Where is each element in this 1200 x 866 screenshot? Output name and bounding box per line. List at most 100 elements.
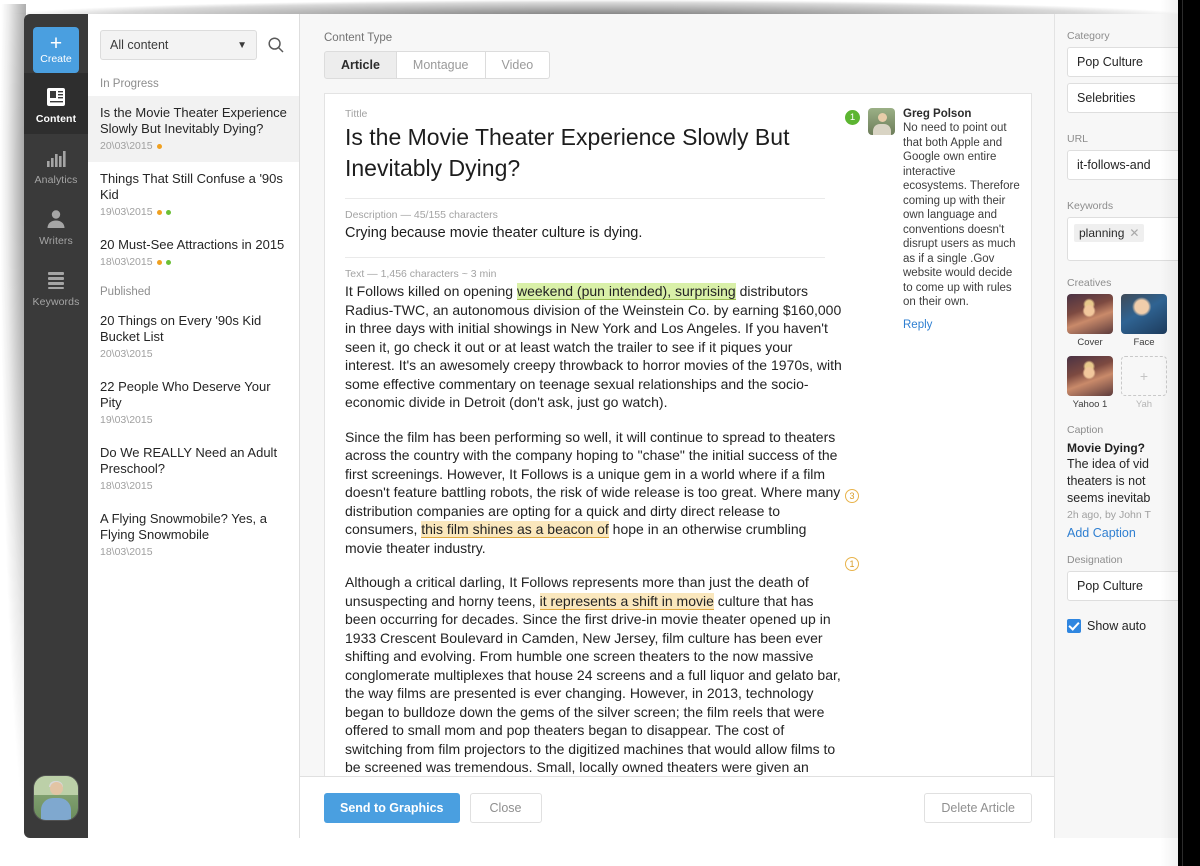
frame-shadow-left — [0, 4, 26, 864]
list-item[interactable]: Is the Movie Theater Experience Slowly B… — [88, 96, 299, 162]
status-dot — [165, 259, 171, 265]
sidebar-item-content[interactable]: Content — [24, 73, 88, 134]
content-type-section: Content Type Article Montague Video — [300, 14, 1054, 79]
list-item-date: 18\03\2015 — [100, 480, 153, 492]
close-button[interactable]: Close — [469, 792, 542, 823]
create-button[interactable]: + Create — [33, 27, 79, 73]
keyword-tag[interactable]: planning ✕ — [1074, 224, 1145, 242]
sidebar-item-analytics-label: Analytics — [34, 174, 78, 186]
content-group-label: In Progress — [100, 78, 159, 90]
list-item-meta: 18\03\2015 — [100, 546, 287, 558]
checkbox-icon[interactable] — [1067, 619, 1081, 633]
show-auto-label: Show auto — [1087, 619, 1147, 633]
description-input[interactable]: Crying because movie theater culture is … — [345, 223, 845, 243]
list-item-meta: 19\03\2015 — [100, 206, 287, 218]
list-item-meta: 20\03\2015 — [100, 348, 287, 360]
text-highlight[interactable]: weekend (pun intended), surprising — [517, 283, 736, 300]
avatar-body — [41, 798, 71, 820]
text-highlight[interactable]: it represents a shift in movie — [539, 592, 714, 610]
creative-thumbnail — [1067, 356, 1113, 396]
document-body: Tittle Is the Movie Theater Experience S… — [325, 94, 845, 782]
content-type-tabs: Article Montague Video — [324, 51, 1054, 79]
person-icon — [44, 207, 68, 231]
annotation-badge[interactable]: 3 — [845, 489, 859, 503]
annotations-column: 1 Greg Polson No need to point out that … — [845, 94, 1031, 782]
text-highlight[interactable]: this film shines as a beacon of — [421, 521, 609, 538]
plus-icon: + — [49, 31, 63, 55]
list-item[interactable]: 20 Things on Every '90s Kid Bucket List 2… — [88, 304, 299, 370]
list-item-meta: 20\03\2015 — [100, 140, 287, 152]
tab-article[interactable]: Article — [324, 51, 397, 79]
search-button[interactable] — [265, 34, 287, 56]
tab-montague[interactable]: Montague — [396, 51, 486, 79]
list-item-title: 20 Must-See Attractions in 2015 — [100, 237, 285, 252]
creative-thumbnail — [1067, 294, 1113, 334]
sidebar-item-writers-label: Writers — [39, 235, 73, 247]
content-type-label: Content Type — [324, 32, 393, 44]
send-to-graphics-button[interactable]: Send to Graphics — [324, 792, 460, 823]
sidebar-item-keywords[interactable]: Keywords — [24, 256, 88, 317]
content-list-toolbar: All content ▼ — [88, 14, 299, 70]
text-field-label: Text — 1,456 characters ~ 3 min — [345, 268, 497, 280]
window-edge-strip — [1178, 0, 1200, 866]
comment-avatar-head — [877, 113, 887, 122]
title-field-label: Tittle — [345, 108, 368, 120]
delete-article-button[interactable]: Delete Article — [924, 792, 1032, 823]
article-paragraph: It Follows killed on opening weekend (pu… — [345, 283, 842, 410]
list-icon — [44, 268, 68, 292]
list-item-date: 18\03\2015 — [100, 546, 153, 558]
comment-thread: 1 Greg Polson No need to point out that … — [845, 108, 1031, 331]
list-item-date: 20\03\2015 — [100, 348, 153, 360]
list-item-meta: 19\03\2015 — [100, 414, 287, 426]
article-paragraph: Although a critical darling, It Follows … — [345, 574, 842, 782]
chevron-down-icon: ▼ — [237, 39, 247, 51]
keyword-tag-label: planning — [1079, 226, 1125, 240]
content-filter-value: All content — [110, 38, 169, 52]
content-filter-select[interactable]: All content ▼ — [100, 30, 257, 60]
tab-video[interactable]: Video — [485, 51, 551, 79]
frame-shadow-top — [10, 0, 1190, 14]
sidebar-item-analytics[interactable]: Analytics — [24, 134, 88, 195]
content-group-label: Published — [100, 286, 151, 298]
list-item-date: 19\03\2015 — [100, 414, 153, 426]
list-item[interactable]: Do We REALLY Need an Adult Preschool? 18\… — [88, 436, 299, 502]
comment-author: Greg Polson — [903, 108, 972, 120]
annotation-badge[interactable]: 1 — [845, 557, 859, 571]
status-dot — [156, 209, 162, 215]
list-item-date: 20\03\2015 — [100, 140, 153, 152]
creative-item[interactable]: Yahoo 1 — [1067, 356, 1113, 410]
comment-reply-link[interactable]: Reply — [903, 319, 1021, 331]
bar-chart-icon — [44, 146, 68, 170]
status-dot — [165, 209, 171, 215]
comment-content: Greg Polson No need to point out that bo… — [903, 108, 1021, 331]
document-card: Tittle Is the Movie Theater Experience S… — [324, 93, 1032, 783]
status-dot — [156, 259, 162, 265]
sidebar-item-writers[interactable]: Writers — [24, 195, 88, 256]
list-item[interactable]: 22 People Who Deserve Your Pity 19\03\201… — [88, 370, 299, 436]
editor-pane: Content Type Article Montague Video Titt… — [300, 14, 1054, 838]
create-button-label: Create — [40, 52, 72, 65]
book-icon — [44, 85, 68, 109]
list-item[interactable]: Things That Still Confuse a '90s Kid 19\0… — [88, 162, 299, 228]
list-item-title: A Flying Snowmobile? Yes, a Flying Snowm… — [100, 511, 267, 542]
search-icon — [268, 37, 284, 53]
list-item-title: 22 People Who Deserve Your Pity — [100, 379, 271, 410]
application-window: + Create Content Analytics Writers Keywo… — [24, 14, 1178, 838]
comment-badge: 1 — [845, 110, 860, 125]
primary-nav-rail: + Create Content Analytics Writers Keywo… — [24, 14, 88, 838]
list-item[interactable]: 20 Must-See Attractions in 2015 18\03\201… — [88, 228, 299, 278]
title-input[interactable]: Is the Movie Theater Experience Slowly B… — [345, 122, 845, 184]
creative-item[interactable]: Cover — [1067, 294, 1113, 348]
content-list[interactable]: In Progress Is the Movie Theater Experien… — [88, 70, 299, 838]
avatar[interactable] — [34, 776, 78, 820]
sidebar-item-content-label: Content — [35, 113, 77, 125]
list-item-meta: 18\03\2015 — [100, 256, 287, 268]
list-item-date: 18\03\2015 — [100, 256, 153, 268]
editor-action-bar: Send to Graphics Close Delete Article — [300, 776, 1054, 838]
list-item[interactable]: A Flying Snowmobile? Yes, a Flying Snowm… — [88, 502, 299, 568]
sidebar-item-keywords-label: Keywords — [32, 296, 80, 308]
close-icon[interactable]: ✕ — [1129, 226, 1139, 240]
divider — [345, 198, 825, 199]
list-item-title: Do We REALLY Need an Adult Preschool? — [100, 445, 278, 476]
article-text-input[interactable]: It Follows killed on opening weekend (pu… — [345, 282, 845, 782]
